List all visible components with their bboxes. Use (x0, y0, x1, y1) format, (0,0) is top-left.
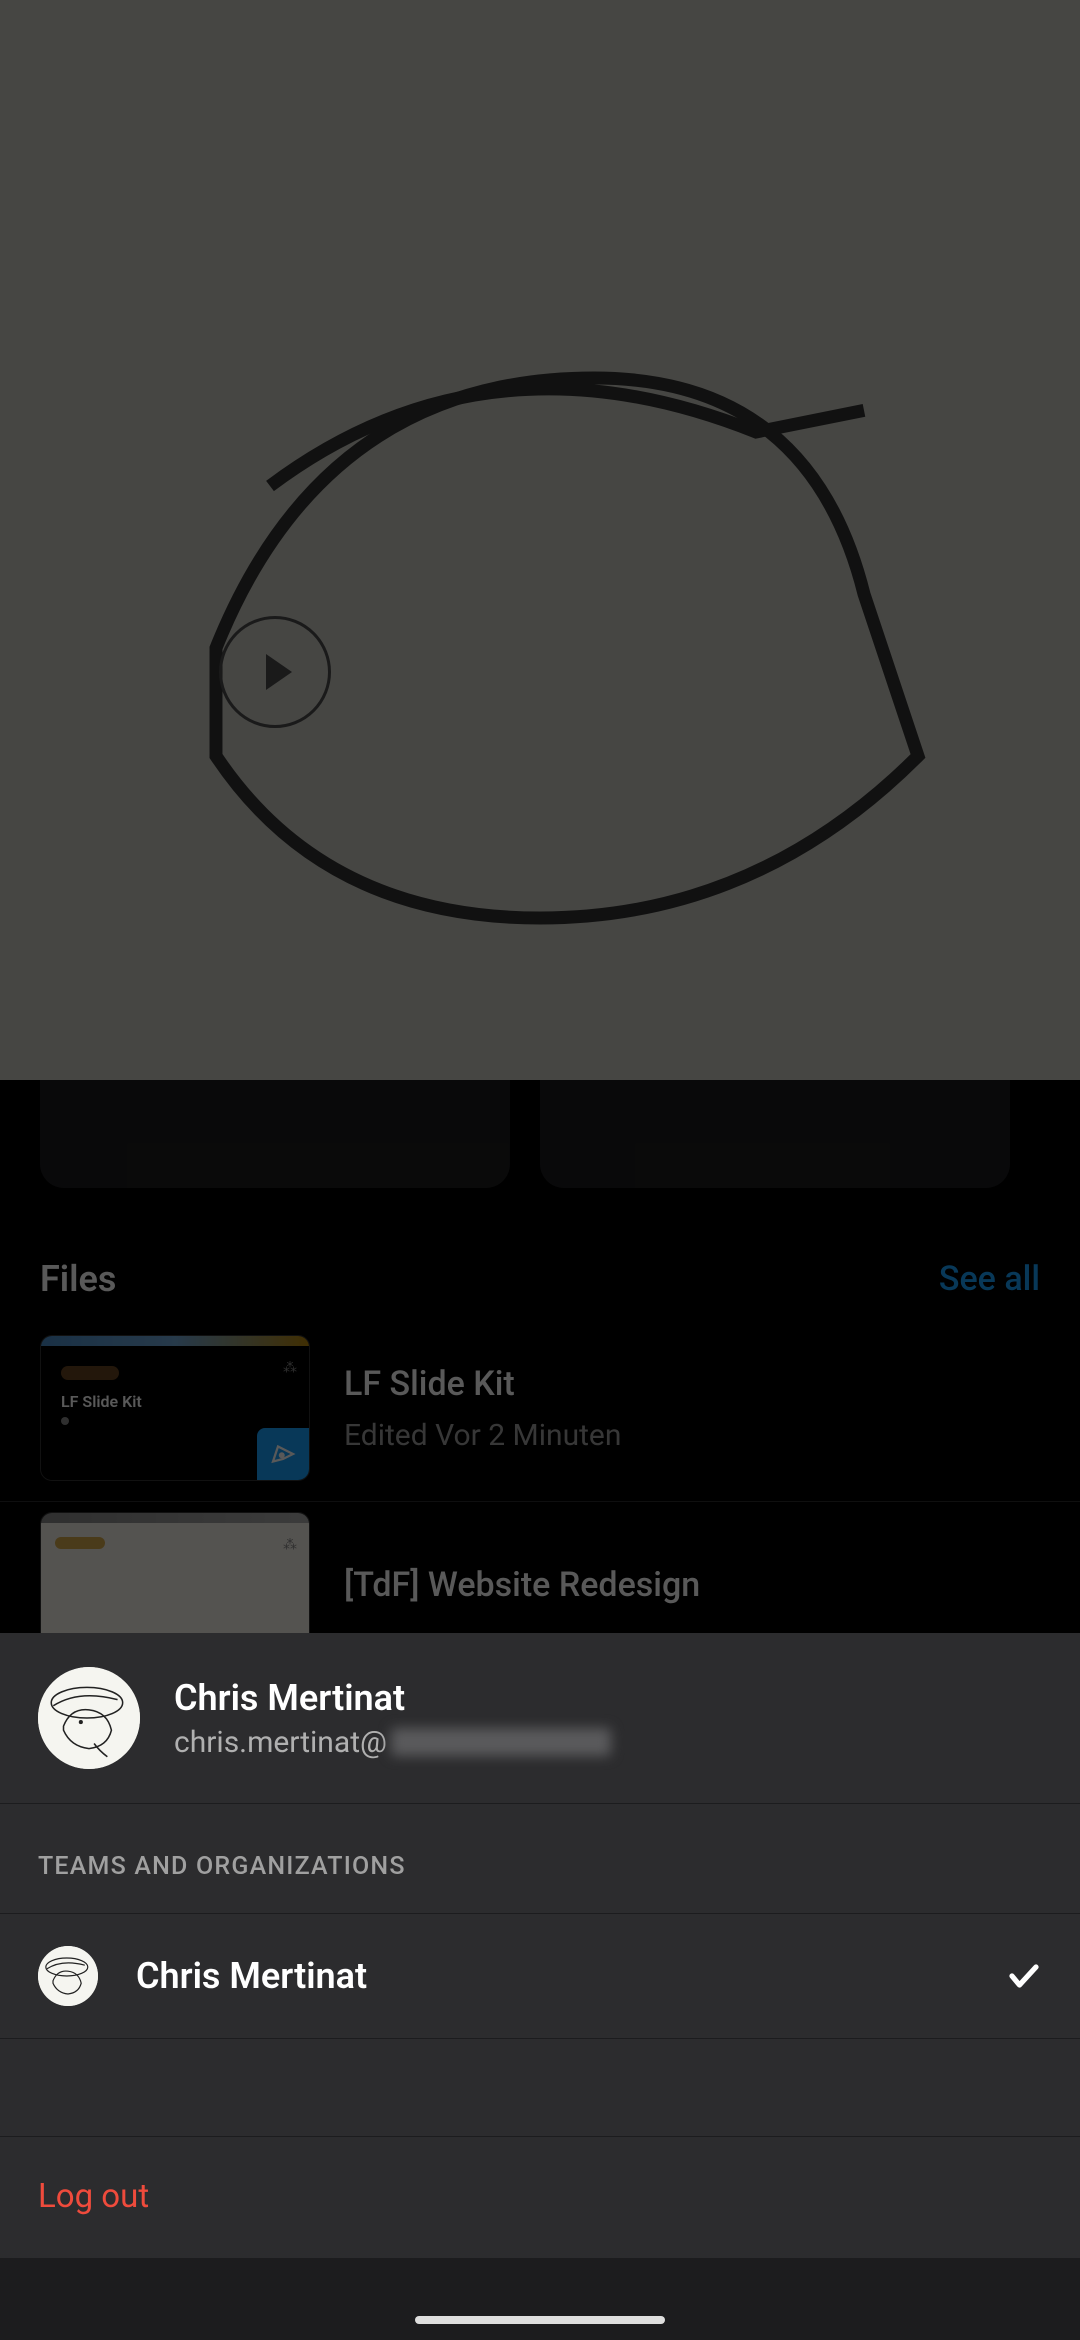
file-info: LF Slide Kit Edited Vor 2 Minuten (344, 1364, 621, 1453)
redacted-email-domain (391, 1728, 611, 1756)
team-avatar (38, 1946, 98, 2006)
avatar-button[interactable] (964, 160, 1040, 236)
files-header: Files See all (0, 1188, 1080, 1325)
logout-button[interactable]: Log out (0, 2137, 1080, 2258)
see-all-link[interactable]: See all (939, 1259, 1040, 1299)
user-info: Chris Mertinat chris.mertinat@ (174, 1677, 611, 1760)
user-name: Chris Mertinat (174, 1677, 611, 1719)
file-thumbnail: ⁂ LF Slide Kit (40, 1335, 310, 1481)
play-icon (219, 616, 331, 728)
sheet-user-row[interactable]: Chris Mertinat chris.mertinat@ (0, 1633, 1080, 1804)
file-name: [TdF] Website Redesign (344, 1565, 700, 1605)
header-actions (871, 160, 1040, 236)
team-name: Chris Mertinat (136, 1955, 968, 1997)
file-edited-time: Edited Vor 2 Minuten (344, 1418, 621, 1453)
teams-section-header: TEAMS AND ORGANIZATIONS (0, 1804, 1080, 1914)
system-nav-area (0, 2258, 1080, 2340)
pen-tool-icon (257, 1428, 309, 1480)
file-name: LF Slide Kit (344, 1364, 621, 1404)
app-header: Recents (0, 110, 1080, 276)
user-avatar (38, 1667, 140, 1769)
thumbnail-label: LF Slide Kit (61, 1392, 289, 1411)
team-item[interactable]: Chris Mertinat (0, 1914, 1080, 2039)
user-email: chris.mertinat@ (174, 1725, 611, 1760)
file-info: [TdF] Website Redesign (344, 1565, 700, 1605)
figma-icon: ⁂ (283, 1360, 297, 1376)
nav-handle[interactable] (415, 2316, 665, 2324)
figma-icon: ⁂ (283, 1537, 297, 1553)
sheet-spacer (0, 2039, 1080, 2137)
checkmark-icon (1006, 1958, 1042, 1994)
file-item[interactable]: ⁂ LF Slide Kit LF Slide Kit Edited Vor 2… (0, 1325, 1080, 1502)
account-bottom-sheet: Chris Mertinat chris.mertinat@ TEAMS AND… (0, 1633, 1080, 2258)
files-section-title: Files (40, 1258, 116, 1300)
